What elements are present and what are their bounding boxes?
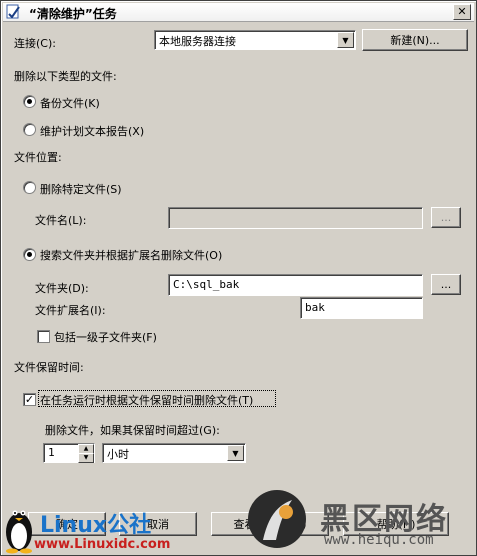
heiqu-watermark: 黑区网络 www.heiqu.com xyxy=(246,488,477,556)
window-title: “清除维护”任务 xyxy=(29,7,117,21)
spin-down-icon[interactable]: ▼ xyxy=(78,453,94,463)
extension-label: 文件扩展名(I): xyxy=(35,304,106,317)
include-subfolders-checkbox[interactable] xyxy=(37,330,50,343)
tux-penguin-icon xyxy=(6,510,32,554)
radio-search-folder[interactable] xyxy=(23,248,36,261)
browse-file-button[interactable]: ... xyxy=(431,207,461,228)
title-bar: “清除维护”任务 ✕ xyxy=(3,3,474,22)
retention-unit-value: 小时 xyxy=(107,448,129,461)
extension-input[interactable]: bak xyxy=(300,297,423,319)
radio-backup-files[interactable] xyxy=(23,95,36,108)
older-than-label: 删除文件，如果其保留时间超过(G): xyxy=(45,424,220,437)
close-icon: ✕ xyxy=(457,5,467,18)
linuxidc-brand: Linux公社 xyxy=(40,513,152,538)
filename-input[interactable] xyxy=(168,207,423,229)
heiqu-logo-icon xyxy=(248,490,306,548)
include-subfolders-label[interactable]: 包括一级子文件夹(F) xyxy=(54,329,157,345)
retention-unit-select[interactable]: 小时 ▼ xyxy=(102,443,246,463)
extension-value: bak xyxy=(305,301,325,314)
linuxidc-watermark: Linux公社 www.Linuxidc.com xyxy=(0,493,200,556)
delete-specific-label[interactable]: 删除特定文件(S) xyxy=(40,181,122,197)
folder-value: C:\sql_bak xyxy=(173,278,240,291)
filename-label: 文件名(L): xyxy=(35,214,87,227)
new-connection-button[interactable]: 新建(N)... xyxy=(362,29,468,51)
chevron-down-icon[interactable]: ▼ xyxy=(227,445,244,461)
retention-amount-value: 1 xyxy=(48,446,55,459)
folder-label: 文件夹(D): xyxy=(35,282,89,295)
delete-on-run-label[interactable]: 在任务运行时根据文件保留时间删除文件(T) xyxy=(40,392,253,408)
connection-select[interactable]: 本地服务器连接 ▼ xyxy=(154,30,356,50)
task-icon xyxy=(6,4,20,19)
file-location-heading: 文件位置: xyxy=(14,151,62,164)
retention-heading: 文件保留时间: xyxy=(14,361,84,374)
folder-input[interactable]: C:\sql_bak xyxy=(168,274,423,296)
close-button[interactable]: ✕ xyxy=(453,4,471,20)
radio-maintenance-reports[interactable] xyxy=(23,123,36,136)
heiqu-url: www.heiqu.com xyxy=(324,532,434,548)
connection-label: 连接(C): xyxy=(14,37,56,50)
browse-folder-button[interactable]: ... xyxy=(431,274,461,295)
connection-value: 本地服务器连接 xyxy=(159,35,236,48)
search-folder-label[interactable]: 搜索文件夹并根据扩展名删除文件(O) xyxy=(40,247,222,263)
delete-on-run-checkbox[interactable]: ✓ xyxy=(23,393,36,406)
linuxidc-url: www.Linuxidc.com xyxy=(34,537,171,552)
radio-delete-specific[interactable] xyxy=(23,181,36,194)
delete-types-heading: 删除以下类型的文件: xyxy=(14,70,117,83)
backup-files-label[interactable]: 备份文件(K) xyxy=(40,95,100,111)
dialog-window: “清除维护”任务 ✕ 连接(C): 本地服务器连接 ▼ 新建(N)... 删除以… xyxy=(0,0,477,556)
chevron-down-icon[interactable]: ▼ xyxy=(337,32,354,48)
maintenance-reports-label[interactable]: 维护计划文本报告(X) xyxy=(40,123,144,139)
